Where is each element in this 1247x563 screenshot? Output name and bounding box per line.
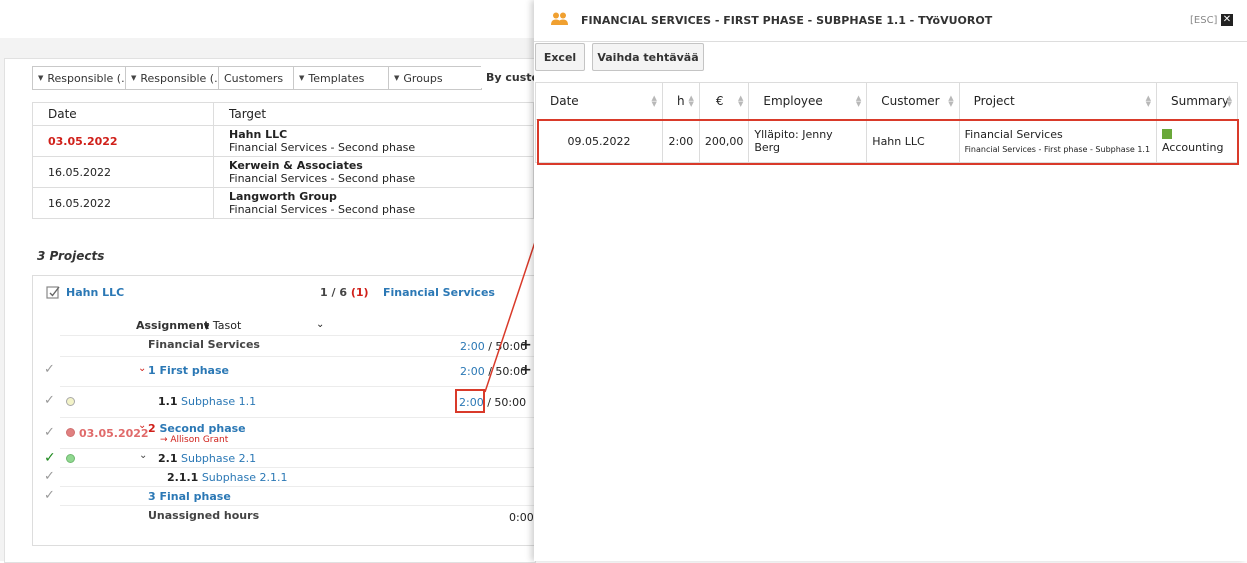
column-header-euro[interactable]: € ▲ ▼ xyxy=(698,82,750,120)
sort-icon: ▲ ▼ xyxy=(855,94,862,108)
header-label: € xyxy=(715,94,724,108)
sort-icon: ▲ ▼ xyxy=(1145,94,1151,108)
column-header-project[interactable]: Project ▲ ▼ xyxy=(958,82,1158,120)
sort-icon: ▲ ▼ xyxy=(1226,94,1232,108)
esc-hint: [ESC] xyxy=(1190,15,1218,26)
header-label: Date xyxy=(550,94,579,108)
header-label: h xyxy=(676,94,685,108)
header-label: Customer xyxy=(881,94,940,108)
sort-icon: ▲ ▼ xyxy=(737,94,744,108)
header-label: Summary xyxy=(1171,94,1229,108)
header-label: Project xyxy=(973,94,1015,108)
column-header-summary[interactable]: Summary ▲ ▼ xyxy=(1156,82,1238,120)
panel-title: FINANCIAL SERVICES - FIRST PHASE - SUBPH… xyxy=(581,14,993,27)
panel-header: FINANCIAL SERVICES - FIRST PHASE - SUBPH… xyxy=(534,0,1247,42)
sort-icon: ▲ ▼ xyxy=(948,94,954,108)
change-task-button[interactable]: Vaihda tehtävää xyxy=(592,43,704,71)
sort-icon: ▲ ▼ xyxy=(651,94,657,108)
column-header-date[interactable]: Date ▲ ▼ xyxy=(535,82,663,120)
column-header-hours[interactable]: h ▲ ▼ xyxy=(661,82,700,120)
table-header-row: Date ▲ ▼ h ▲ ▼ € ▲ ▼ Employee ▲ ▼ Customer ▲ ▼ Pro… xyxy=(535,82,1238,120)
column-header-employee[interactable]: Employee ▲ ▼ xyxy=(748,82,868,120)
sort-icon: ▲ ▼ xyxy=(688,94,694,108)
column-header-customer[interactable]: Customer ▲ ▼ xyxy=(866,82,960,120)
excel-button[interactable]: Excel xyxy=(535,43,585,71)
close-icon[interactable]: ✕ xyxy=(1221,14,1233,26)
header-label: Employee xyxy=(763,94,823,108)
users-icon xyxy=(551,12,568,25)
highlight-box xyxy=(537,119,1239,165)
